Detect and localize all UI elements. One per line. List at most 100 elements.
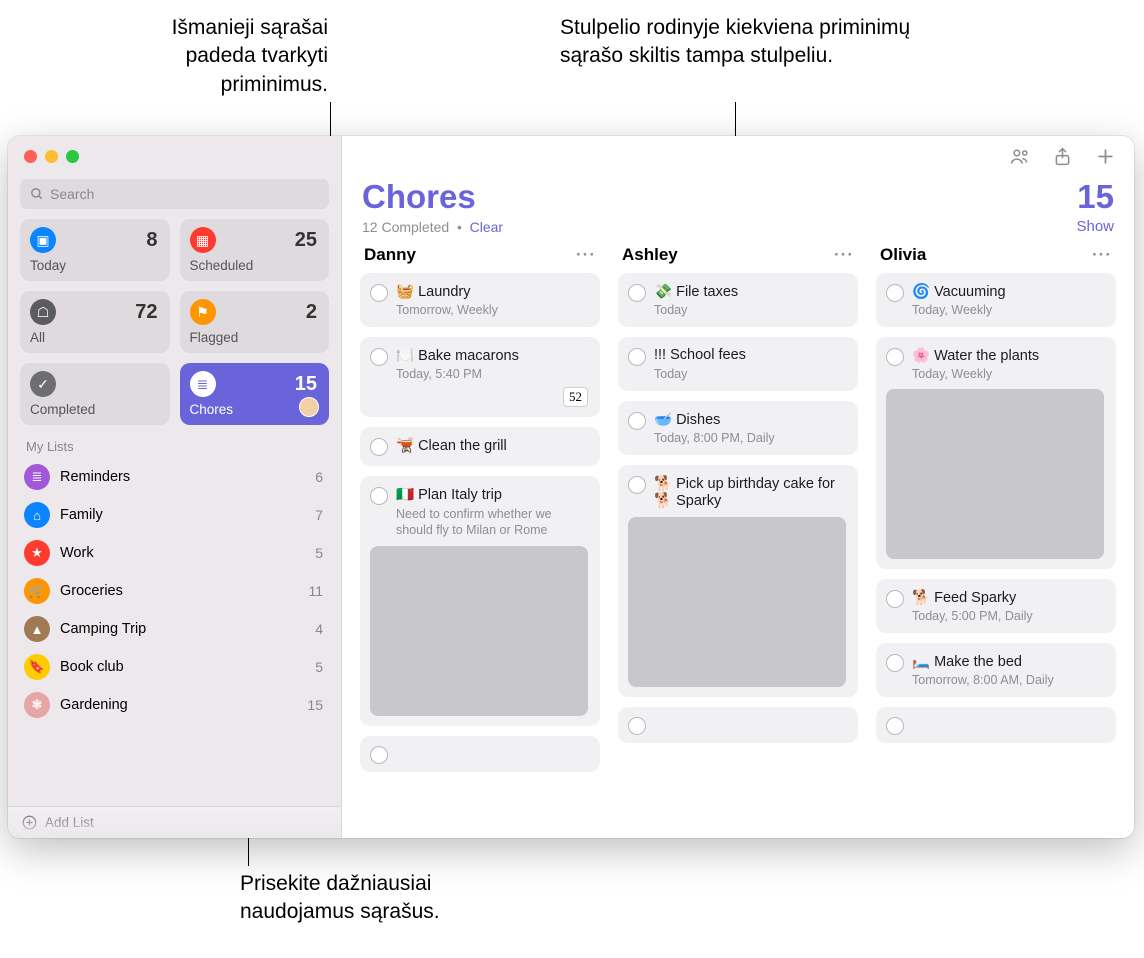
reminder-card[interactable]: 🇮🇹 Plan Italy tripNeed to confirm whethe… — [360, 476, 600, 726]
reminder-title: 🛏️ Make the bed — [912, 653, 1022, 670]
share-icon[interactable] — [1052, 146, 1073, 167]
list-title: Chores — [362, 178, 476, 216]
smart-today[interactable]: ▣8 Today — [20, 219, 170, 281]
callout-pin: Prisekite dažniausiai naudojamus sąrašus… — [240, 870, 520, 927]
column-ashley: Ashley ··· 💸 File taxes Today !!! School fee… — [618, 243, 858, 826]
flag-icon: ⚑ — [190, 299, 216, 325]
reminder-title: 🐕 Pick up birthday cake for🐕 Sparky — [654, 475, 835, 509]
sidebar-list-gardening[interactable]: ❃Gardening15 — [8, 686, 341, 724]
column-menu-button[interactable]: ··· — [576, 245, 596, 265]
complete-toggle[interactable] — [886, 654, 904, 672]
sidebar-list-camping-trip[interactable]: ▲Camping Trip4 — [8, 610, 341, 648]
check-icon: ✓ — [30, 371, 56, 397]
list-header: Chores 15 — [342, 176, 1134, 216]
list-color-icon: ⌂ — [24, 502, 50, 528]
reminder-card[interactable]: 🐕 Pick up birthday cake for🐕 Sparky — [618, 465, 858, 697]
complete-toggle[interactable] — [628, 284, 646, 302]
list-count: 5 — [315, 659, 323, 675]
list-color-icon: 🔖 — [24, 654, 50, 680]
smart-flagged[interactable]: ⚑2 Flagged — [180, 291, 330, 353]
reminder-title: 🌸 Water the plants — [912, 347, 1039, 364]
sidebar-list-family[interactable]: ⌂ Family 7 — [8, 496, 341, 534]
callout-columns: Stulpelio rodinyje kiekviena priminimų s… — [560, 14, 920, 71]
smart-scheduled[interactable]: ▦25 Scheduled — [180, 219, 330, 281]
complete-toggle[interactable] — [628, 348, 646, 366]
sidebar: Search ▣8 Today ▦25 Scheduled ☖72 All ⚑2… — [8, 136, 342, 838]
list-count: 5 — [315, 545, 323, 561]
reminder-card[interactable]: !!! School feesToday — [618, 337, 858, 391]
complete-toggle[interactable] — [886, 348, 904, 366]
smart-all[interactable]: ☖72 All — [20, 291, 170, 353]
complete-toggle[interactable] — [628, 717, 646, 735]
sidebar-list-reminders[interactable]: ≣Reminders6 — [8, 458, 341, 496]
reminder-card[interactable]: 🫕 Clean the grill — [360, 427, 600, 466]
reminder-card[interactable]: 🌀 VacuumingToday, Weekly — [876, 273, 1116, 327]
column-menu-button[interactable]: ··· — [834, 245, 854, 265]
reminder-photo — [370, 546, 588, 716]
reminder-meta: Today, 8:00 PM, Daily — [654, 431, 846, 445]
list-count: 4 — [315, 621, 323, 637]
list-name: Family — [60, 507, 103, 523]
clear-completed-button[interactable]: Clear — [470, 219, 503, 235]
search-input[interactable]: Search — [20, 179, 329, 209]
add-list-button[interactable]: Add List — [8, 806, 341, 838]
sidebar-list-groceries[interactable]: 🛒Groceries11 — [8, 572, 341, 610]
sidebar-list-work[interactable]: ★ Work 5 — [8, 534, 341, 572]
reminder-card[interactable]: 🧺 LaundryTomorrow, Weekly — [360, 273, 600, 327]
complete-toggle[interactable] — [370, 284, 388, 302]
reminder-card[interactable]: 🛏️ Make the bedTomorrow, 8:00 AM, Daily — [876, 643, 1116, 697]
reminder-card[interactable]: 🍽️ Bake macaronsToday, 5:40 PM52 — [360, 337, 600, 417]
callout-smart-lists: Išmanieji sąrašai padeda tvarkyti primin… — [108, 14, 328, 99]
list-name: Groceries — [60, 583, 123, 599]
list-name: Work — [60, 545, 94, 561]
reminders-window: Search ▣8 Today ▦25 Scheduled ☖72 All ⚑2… — [8, 136, 1134, 838]
reminder-card[interactable]: 🐕 Feed SparkyToday, 5:00 PM, Daily — [876, 579, 1116, 633]
my-lists-header: My Lists — [8, 425, 341, 458]
fullscreen-window[interactable] — [66, 150, 79, 163]
reminder-title: 🧺 Laundry — [396, 283, 470, 300]
reminder-photo — [628, 517, 846, 687]
smart-chores[interactable]: ≣15 Chores — [180, 363, 330, 425]
reminder-title: 💸 File taxes — [654, 283, 738, 300]
column-menu-button[interactable]: ··· — [1092, 245, 1112, 265]
complete-toggle[interactable] — [628, 476, 646, 494]
complete-toggle[interactable] — [886, 284, 904, 302]
sidebar-list-book-club[interactable]: 🔖Book club5 — [8, 648, 341, 686]
complete-toggle[interactable] — [370, 348, 388, 366]
list-count: 15 — [307, 697, 323, 713]
list-name: Reminders — [60, 469, 130, 485]
reminder-note: Need to confirm whether we should fly to… — [396, 507, 588, 538]
reminder-title: !!! School fees — [654, 347, 746, 363]
complete-toggle[interactable] — [886, 717, 904, 735]
complete-toggle[interactable] — [628, 412, 646, 430]
reminder-card[interactable]: 💸 File taxes Today — [618, 273, 858, 327]
reminder-meta: Today, 5:00 PM, Daily — [912, 609, 1104, 623]
smart-completed[interactable]: ✓ Completed — [20, 363, 170, 425]
complete-toggle[interactable] — [370, 487, 388, 505]
new-reminder-placeholder[interactable] — [876, 707, 1116, 743]
list-subheader: 12 Completed • Clear Show — [342, 216, 1134, 243]
list-color-icon: ★ — [24, 540, 50, 566]
main-panel: Chores 15 12 Completed • Clear Show Dann… — [342, 136, 1134, 838]
complete-toggle[interactable] — [370, 746, 388, 764]
list-icon: ≣ — [190, 371, 216, 397]
reminder-card[interactable]: 🌸 Water the plantsToday, Weekly — [876, 337, 1116, 569]
show-completed-button[interactable]: Show — [1076, 218, 1114, 235]
list-color-icon: 🛒 — [24, 578, 50, 604]
plus-circle-icon — [22, 815, 37, 830]
new-reminder-placeholder[interactable] — [360, 736, 600, 772]
minimize-window[interactable] — [45, 150, 58, 163]
add-list-label: Add List — [45, 815, 94, 830]
close-window[interactable] — [24, 150, 37, 163]
column-title: Ashley — [622, 245, 678, 265]
reminder-meta: Today — [654, 303, 846, 317]
collaborate-icon[interactable] — [1009, 146, 1030, 167]
add-reminder-icon[interactable] — [1095, 146, 1116, 167]
new-reminder-placeholder[interactable] — [618, 707, 858, 743]
reminder-card[interactable]: 🥣 DishesToday, 8:00 PM, Daily — [618, 401, 858, 455]
column-danny: Danny···🧺 LaundryTomorrow, Weekly🍽️ Bake… — [360, 243, 600, 826]
complete-toggle[interactable] — [370, 438, 388, 456]
list-count: 7 — [315, 507, 323, 523]
complete-toggle[interactable] — [886, 590, 904, 608]
columns-view: Danny···🧺 LaundryTomorrow, Weekly🍽️ Bake… — [342, 243, 1134, 838]
